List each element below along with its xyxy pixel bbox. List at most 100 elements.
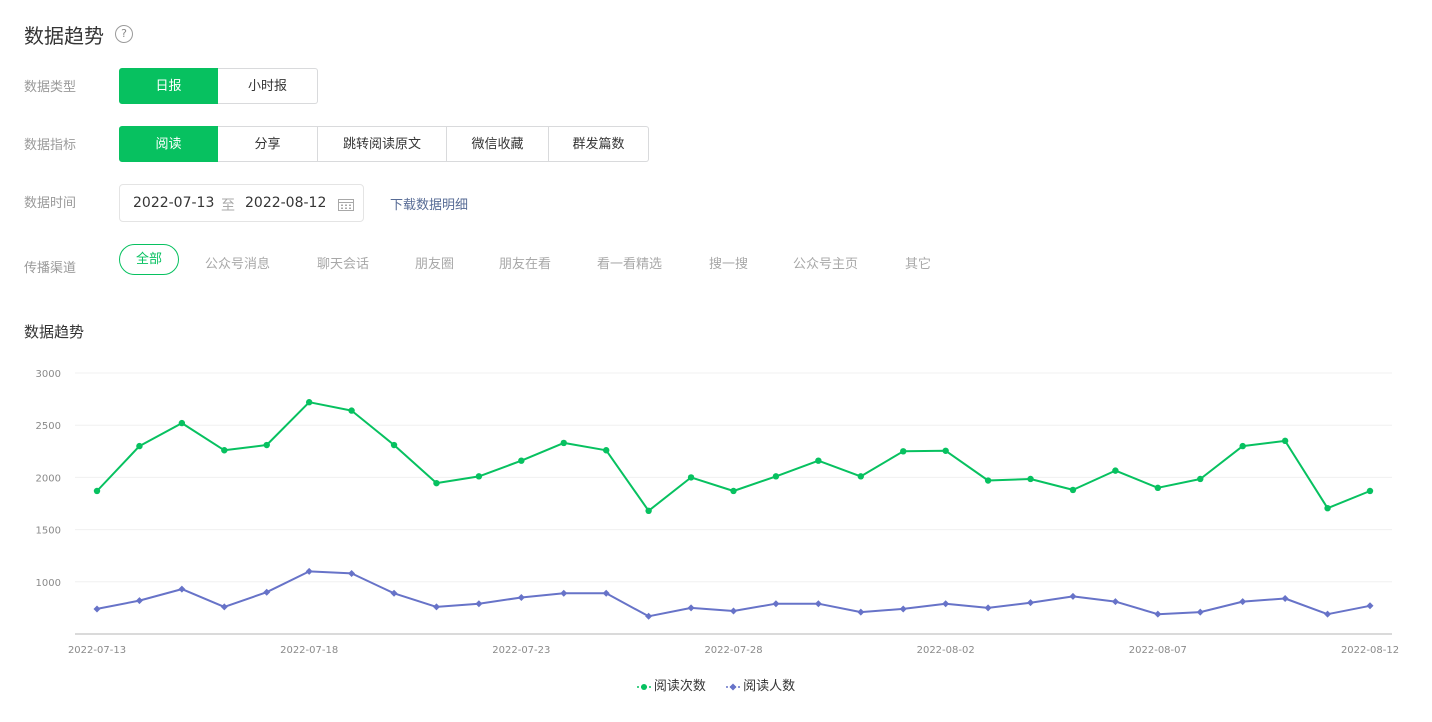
data-point-readers[interactable] [687,604,695,612]
date-range-picker[interactable]: 2022-07-13 至 2022-08-12 [119,184,364,222]
data-point-readers[interactable] [730,607,737,615]
data-point-reads[interactable] [93,487,101,495]
data-point-reads[interactable] [1112,467,1119,474]
data-point-reads[interactable] [730,487,737,495]
data-type-option-hourly[interactable]: 小时报 [218,68,318,104]
data-point-reads[interactable] [433,479,440,487]
metric-option-favorite[interactable]: 微信收藏 [447,126,549,162]
data-point-readers[interactable] [899,605,907,613]
metric-option-read-original[interactable]: 跳转阅读原文 [318,126,447,162]
data-point-reads[interactable] [942,447,949,454]
data-point-reads[interactable] [1154,484,1162,492]
data-point-readers[interactable] [390,589,398,597]
date-start[interactable]: 2022-07-13 [133,195,214,211]
x-tick-label: 2022-07-28 [704,645,762,656]
channel-friends-watching[interactable]: 朋友在看 [499,253,551,272]
x-tick-label: 2022-08-12 [1341,645,1399,656]
data-point-readers[interactable] [1111,598,1119,606]
data-point-reads[interactable] [560,439,567,447]
data-type-option-daily[interactable]: 日报 [119,68,218,104]
data-point-reads[interactable] [900,448,907,455]
data-point-readers[interactable] [984,604,992,612]
channel-other[interactable]: 其它 [905,253,931,272]
data-metric-selector: 阅读 分享 跳转阅读原文 微信收藏 群发篇数 [119,126,649,162]
data-point-readers[interactable] [432,603,440,611]
channel-search[interactable]: 搜一搜 [709,253,748,272]
data-point-readers[interactable] [1366,602,1374,610]
chart-title: 数据趋势 [24,323,85,341]
data-metric-label: 数据指标 [24,138,77,153]
data-point-reads[interactable] [305,399,313,406]
data-point-reads[interactable] [518,457,525,464]
data-point-reads[interactable] [390,441,398,449]
channel-chat[interactable]: 聊天会话 [317,253,369,272]
x-tick-label: 2022-08-07 [1129,645,1187,656]
channel-all[interactable]: 全部 [119,244,179,275]
data-point-readers[interactable] [772,600,780,608]
data-point-reads[interactable] [1027,475,1034,483]
data-point-readers[interactable] [1154,610,1162,618]
channel-moments[interactable]: 朋友圈 [415,253,454,272]
data-point-reads[interactable] [178,419,186,427]
data-point-reads[interactable] [857,473,864,480]
legend-item-readers[interactable]: 阅读人数 [726,675,795,694]
data-point-reads[interactable] [475,473,483,480]
data-point-reads[interactable] [1239,442,1246,450]
data-point-readers[interactable] [1281,595,1289,603]
data-point-reads[interactable] [136,442,143,450]
data-point-reads[interactable] [687,474,695,481]
download-data-link[interactable]: 下载数据明细 [390,194,468,213]
data-point-readers[interactable] [220,603,228,611]
data-point-readers[interactable] [1239,598,1247,606]
data-time-label: 数据时间 [24,196,77,211]
data-point-readers[interactable] [1069,592,1077,600]
data-point-readers[interactable] [517,593,525,601]
date-end[interactable]: 2022-08-12 [245,195,326,211]
data-point-reads[interactable] [221,447,228,454]
data-point-readers[interactable] [1324,610,1332,618]
page-title: 数据趋势 [24,24,104,48]
metric-option-read[interactable]: 阅读 [119,126,218,162]
metric-option-publish-count[interactable]: 群发篇数 [549,126,649,162]
data-point-readers[interactable] [305,567,313,575]
data-point-reads[interactable] [1366,487,1374,495]
channel-profile-page[interactable]: 公众号主页 [793,253,858,272]
data-point-reads[interactable] [1069,486,1077,494]
data-point-readers[interactable] [857,608,865,616]
data-point-reads[interactable] [984,477,992,484]
data-point-readers[interactable] [263,588,271,596]
data-point-reads[interactable] [772,473,780,480]
data-point-reads[interactable] [1197,475,1204,483]
data-point-readers[interactable] [178,585,186,593]
help-icon[interactable]: ? [115,25,133,43]
data-point-readers[interactable] [645,612,653,620]
x-tick-label: 2022-07-23 [492,645,550,656]
data-point-readers[interactable] [814,600,822,608]
chart-legend: 阅读次数 阅读人数 [0,675,1432,694]
data-point-reads[interactable] [603,447,610,454]
data-point-readers[interactable] [1196,608,1204,616]
data-point-readers[interactable] [942,600,950,608]
y-tick-label: 3000 [36,369,61,380]
channel-official-message[interactable]: 公众号消息 [205,253,270,272]
data-point-readers[interactable] [475,600,483,608]
data-point-readers[interactable] [93,605,101,613]
data-point-readers[interactable] [560,589,568,597]
metric-option-share[interactable]: 分享 [218,126,318,162]
data-point-reads[interactable] [348,407,355,414]
data-point-reads[interactable] [263,441,270,449]
legend-item-reads[interactable]: 阅读次数 [636,675,706,694]
data-point-reads[interactable] [1281,437,1289,445]
channel-top-stories[interactable]: 看一看精选 [597,253,662,272]
channel-label: 传播渠道 [24,261,77,276]
calendar-icon[interactable] [338,198,354,211]
data-point-readers[interactable] [135,597,143,605]
data-point-readers[interactable] [348,569,356,577]
data-point-reads[interactable] [645,507,652,515]
data-point-reads[interactable] [815,457,822,464]
series-line-reads [96,401,1371,512]
data-point-readers[interactable] [1027,599,1035,607]
data-type-selector: 日报 小时报 [119,68,318,104]
date-separator: 至 [221,198,235,214]
data-point-reads[interactable] [1324,504,1331,512]
